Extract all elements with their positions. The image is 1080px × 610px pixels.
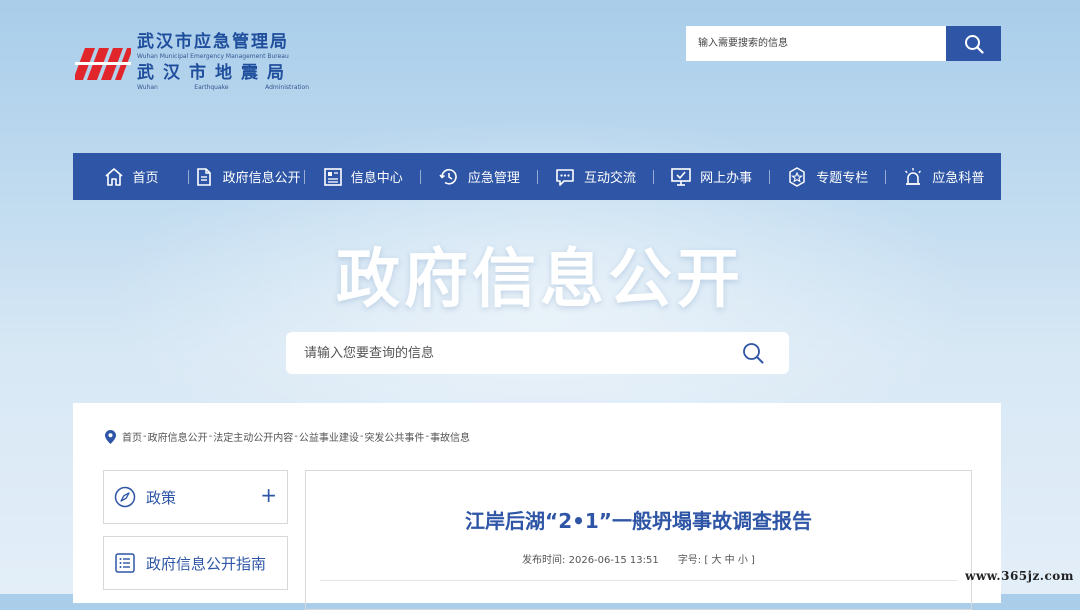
font-size-small-button[interactable]: 小: [738, 555, 748, 566]
nav-label: 政府信息公开: [222, 171, 301, 186]
sidebar-item-label: 政策: [146, 488, 177, 507]
clock-icon: [438, 166, 460, 188]
watermark: www.365jz.com: [965, 569, 1074, 583]
logo-subtitle-cn: 武汉市地震局: [137, 63, 293, 83]
logo-title-en: Wuhan Municipal Emergency Management Bur…: [137, 53, 289, 60]
breadcrumb-separator: -: [208, 431, 213, 442]
sidebar-item-label: 政府信息公开指南: [146, 554, 267, 573]
nav-label: 应急管理: [467, 171, 520, 186]
article-title: 江岸后湖“2•1”一般坍塌事故调查报告: [465, 509, 812, 533]
nav-label: 互动交流: [584, 171, 637, 186]
site-logo[interactable]: 武汉市应急管理局 Wuhan Municipal Emergency Manag…: [75, 32, 315, 100]
top-search-button[interactable]: [946, 26, 1001, 61]
breadcrumb-link[interactable]: 法定主动公开内容: [213, 429, 293, 444]
hero-search-button[interactable]: [731, 332, 775, 374]
nav-label: 首页: [132, 171, 159, 186]
logo-en-word: Administration: [265, 84, 309, 91]
nav-item-interaction[interactable]: 互动交流: [538, 153, 653, 200]
nav-item-gov-info[interactable]: 政府信息公开: [189, 153, 304, 200]
nav-item-home[interactable]: 首页: [73, 153, 188, 200]
logo-en-word: Earthquake: [194, 84, 229, 91]
logo-mark-icon: [75, 48, 131, 80]
news-icon: [323, 167, 343, 187]
breadcrumb-link[interactable]: 公益事业建设: [299, 429, 359, 444]
font-size-medium-button[interactable]: 中: [725, 555, 735, 566]
sidebar-item-policy[interactable]: 政策 +: [103, 470, 288, 524]
font-size-bracket: ]: [751, 555, 755, 566]
logo-subtitle-en: Wuhan Earthquake Administration: [137, 83, 309, 92]
home-icon: [103, 166, 125, 188]
divider: [320, 580, 957, 581]
nav-label: 网上办事: [700, 171, 753, 186]
top-search-input[interactable]: [686, 26, 946, 61]
badge-icon: [786, 166, 808, 188]
hero-title: 政府信息公开: [336, 243, 744, 317]
list-icon: [114, 552, 136, 574]
article-card: 江岸后湖“2•1”一般坍塌事故调查报告 发布时间: 2026-06-15 13:…: [305, 470, 972, 610]
logo-en-word: Wuhan: [137, 84, 158, 91]
top-search: [686, 26, 1001, 61]
breadcrumb-link[interactable]: 政府信息公开: [148, 429, 208, 444]
breadcrumb-link[interactable]: 事故信息: [430, 429, 470, 444]
alarm-light-icon: [902, 166, 924, 188]
breadcrumb-separator: -: [359, 431, 364, 442]
publish-time: 2026-06-15 13:51: [568, 555, 659, 566]
breadcrumb-separator: -: [294, 431, 298, 442]
nav-label: 应急科普: [932, 171, 985, 186]
font-size-bracket: [: [704, 555, 709, 566]
chat-icon: [554, 166, 576, 188]
expand-plus-icon[interactable]: +: [260, 485, 277, 505]
monitor-icon: [670, 166, 692, 188]
article-meta: 发布时间: 2026-06-15 13:51 字号: [ 大 中 小 ]: [306, 551, 971, 566]
content-panel: 首页 - 政府信息公开 - 法定主动公开内容 - 公益事业建设 - 突发公共事件…: [73, 403, 1001, 610]
hero-search: [286, 332, 789, 374]
font-size-large-button[interactable]: 大: [711, 555, 721, 566]
font-size-label: 字号:: [677, 555, 702, 566]
nav-item-info-center[interactable]: 信息中心: [305, 153, 420, 200]
sidebar-item-disclosure-guide[interactable]: 政府信息公开指南: [103, 536, 288, 590]
breadcrumb-separator: -: [143, 431, 147, 442]
breadcrumb: 首页 - 政府信息公开 - 法定主动公开内容 - 公益事业建设 - 突发公共事件…: [105, 429, 470, 444]
breadcrumb-link[interactable]: 首页: [122, 429, 142, 444]
nav-item-science[interactable]: 应急科普: [886, 153, 1001, 200]
breadcrumb-link[interactable]: 突发公共事件: [364, 429, 424, 444]
nav-item-special-topics[interactable]: 专题专栏: [770, 153, 885, 200]
nav-label: 信息中心: [350, 171, 403, 186]
logo-title-cn: 武汉市应急管理局: [137, 32, 289, 52]
hero-search-input[interactable]: [286, 332, 731, 374]
publish-label: 发布时间:: [522, 555, 566, 566]
search-icon: [743, 343, 764, 364]
nav-item-online-service[interactable]: 网上办事: [654, 153, 769, 200]
compass-icon: [114, 486, 136, 508]
main-nav: 首页 政府信息公开 信息中心 应急管理 互动交流 网上办事 专题专栏 应急科普: [73, 153, 1001, 200]
search-icon: [964, 34, 984, 54]
nav-label: 专题专栏: [816, 171, 869, 186]
nav-item-emergency-mgmt[interactable]: 应急管理: [421, 153, 536, 200]
location-pin-icon: [105, 429, 116, 444]
breadcrumb-separator: -: [425, 431, 430, 442]
document-icon: [193, 166, 215, 188]
